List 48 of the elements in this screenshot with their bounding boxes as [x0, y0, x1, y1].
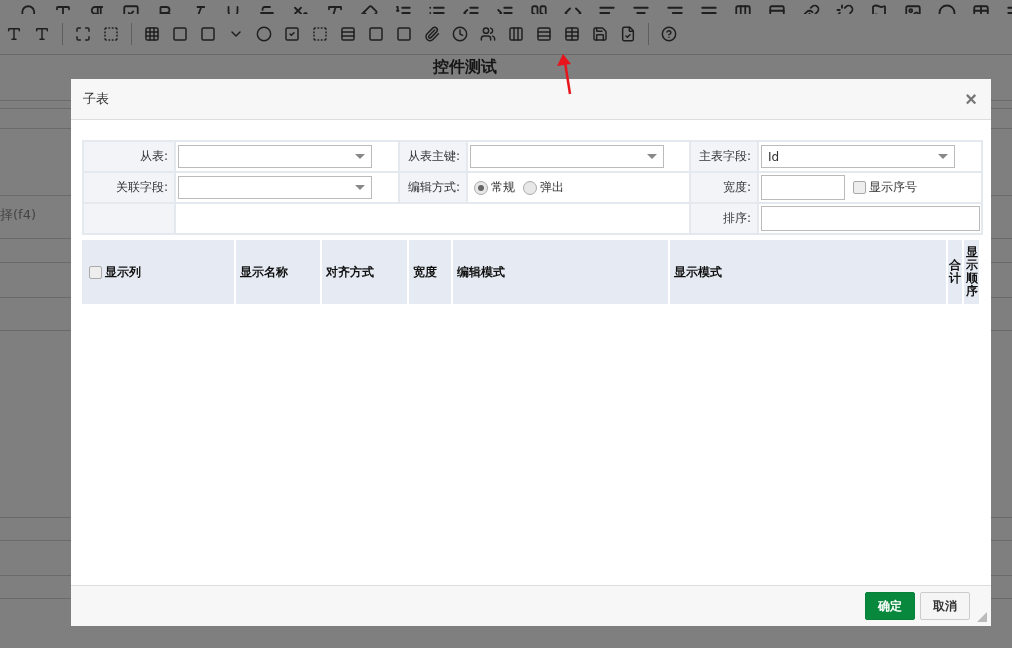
select-field[interactable]: [178, 145, 372, 168]
users-icon[interactable]: [480, 26, 496, 42]
field-label: 从表:: [83, 141, 175, 172]
radio-button[interactable]: [474, 180, 488, 195]
font-color-icon[interactable]: [6, 26, 22, 42]
field-label: 编辑方式:: [399, 172, 467, 203]
column-label: 显示列: [105, 263, 141, 281]
field-label: 宽度:: [690, 172, 758, 203]
paperclip-icon[interactable]: [424, 26, 440, 42]
file-check-icon[interactable]: [620, 26, 636, 42]
clock-icon[interactable]: [452, 26, 468, 42]
radio-option[interactable]: 弹出: [523, 179, 564, 196]
column-header: 合计: [948, 240, 964, 304]
column-header: 编辑模式: [453, 240, 670, 304]
checkbox[interactable]: [853, 181, 866, 194]
checkbox-option[interactable]: 显示序号: [853, 179, 917, 196]
radio-option[interactable]: 常规: [474, 179, 515, 196]
radio-icon[interactable]: [256, 26, 272, 42]
highlight-color-icon[interactable]: [34, 26, 50, 42]
select-field[interactable]: [178, 176, 372, 199]
column-header: 显示顺序: [964, 240, 981, 304]
sort-field[interactable]: [761, 206, 980, 231]
checkbox[interactable]: [89, 265, 102, 279]
radio-button[interactable]: [523, 180, 537, 195]
dialog-title: 子表: [83, 90, 109, 108]
grid-icon[interactable]: [144, 26, 160, 42]
help-icon[interactable]: [661, 26, 677, 42]
confirm-button[interactable]: 确定: [865, 592, 915, 620]
field-hint: 择(f4): [0, 206, 36, 224]
select-value: Id: [768, 149, 780, 164]
column-header: 对齐方式: [322, 240, 409, 304]
select-field[interactable]: Id: [761, 145, 955, 168]
field-label: 主表字段:: [690, 141, 758, 172]
cancel-button[interactable]: 取消: [920, 592, 970, 620]
save-icon[interactable]: [592, 26, 608, 42]
field-label: 排序:: [690, 203, 758, 234]
column-header: 宽度: [409, 240, 453, 304]
select-field[interactable]: [470, 145, 664, 168]
width-field[interactable]: [761, 175, 845, 200]
field-label: 关联字段:: [83, 172, 175, 203]
field-label: 从表主键:: [399, 141, 467, 172]
fullscreen-icon[interactable]: [75, 26, 91, 42]
resize-grip-icon[interactable]: [977, 612, 987, 622]
checkbox-icon[interactable]: [284, 26, 300, 42]
column-header: 显示模式: [670, 240, 948, 304]
page-title: 控件测试: [433, 58, 497, 76]
close-button[interactable]: ×: [963, 89, 979, 109]
column-header: 显示名称: [236, 240, 322, 304]
